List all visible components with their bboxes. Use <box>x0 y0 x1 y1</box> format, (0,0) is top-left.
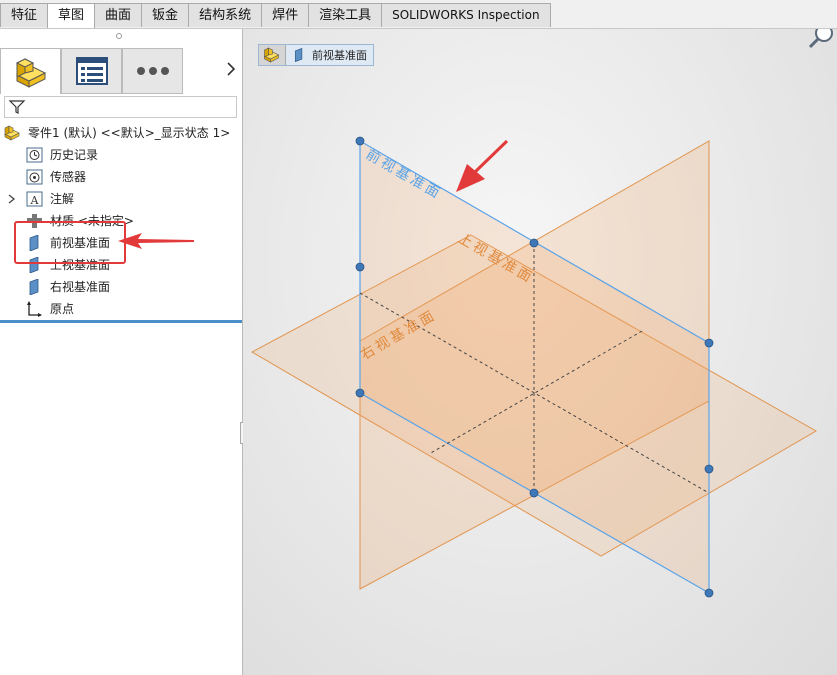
annotation-highlight-box <box>14 221 126 264</box>
annotation-arrow-left <box>118 233 194 249</box>
tree-filter-input[interactable] <box>4 96 237 118</box>
tab-surfaces[interactable]: 曲面 <box>94 3 143 27</box>
expand-arrow-icon[interactable] <box>8 194 16 204</box>
tree-item-label: 传感器 <box>50 170 87 184</box>
more-tabs[interactable] <box>122 48 183 94</box>
svg-text:A: A <box>30 194 40 207</box>
tree-item-label: 右视基准面 <box>50 280 111 294</box>
tab-sketch[interactable]: 草图 <box>47 3 96 28</box>
origin-icon <box>27 301 42 317</box>
graphics-viewport[interactable]: 前视基准面 前视基准面 上视基准面 右视基准面 <box>243 29 837 675</box>
annotation-arrow-pointer <box>456 139 509 192</box>
part-icon <box>15 57 46 88</box>
tab-render-tools[interactable]: 渲染工具 <box>308 3 383 27</box>
part-icon <box>4 125 20 141</box>
tree-item-label: 注解 <box>50 192 75 206</box>
tree-item-label: 原点 <box>50 302 75 316</box>
tree-end-divider <box>0 320 242 323</box>
tab-weldments[interactable]: 焊件 <box>261 3 310 27</box>
tab-structure-system[interactable]: 结构系统 <box>188 3 263 27</box>
command-manager-tabbar: 特征 草图 曲面 钣金 结构系统 焊件 渲染工具 SOLIDWORKS Insp… <box>0 0 837 29</box>
panel-collapse-handle[interactable] <box>116 33 122 39</box>
reference-planes-view[interactable]: 前视基准面 上视基准面 右视基准面 <box>243 29 837 675</box>
panel-toolbar <box>0 48 242 96</box>
tree-item-label: 历史记录 <box>50 148 99 162</box>
plane-icon <box>29 279 39 295</box>
chevron-right-icon[interactable] <box>224 62 238 78</box>
annotation-icon: A <box>26 191 43 207</box>
history-icon <box>26 147 43 163</box>
ribbon-tabs: 特征 草图 曲面 钣金 结构系统 焊件 渲染工具 SOLIDWORKS Insp… <box>0 3 551 28</box>
feature-manager-tab[interactable] <box>0 48 61 94</box>
feature-manager-panel: 零件1 (默认) <<默认>_显示状态 1> 历史记录 传感器 A 注解 材质 … <box>0 29 250 675</box>
tab-sheet-metal[interactable]: 钣金 <box>141 3 190 27</box>
property-manager-tab[interactable] <box>61 48 122 94</box>
tab-solidworks-inspection[interactable]: SOLIDWORKS Inspection <box>381 3 551 27</box>
property-list-icon <box>75 57 108 85</box>
filter-icon <box>8 100 26 114</box>
part-name-label: 零件1 (默认) <<默认>_显示状态 1> <box>28 126 231 140</box>
more-icon <box>136 67 169 75</box>
tab-features[interactable]: 特征 <box>0 3 49 27</box>
sensor-icon <box>26 169 43 185</box>
